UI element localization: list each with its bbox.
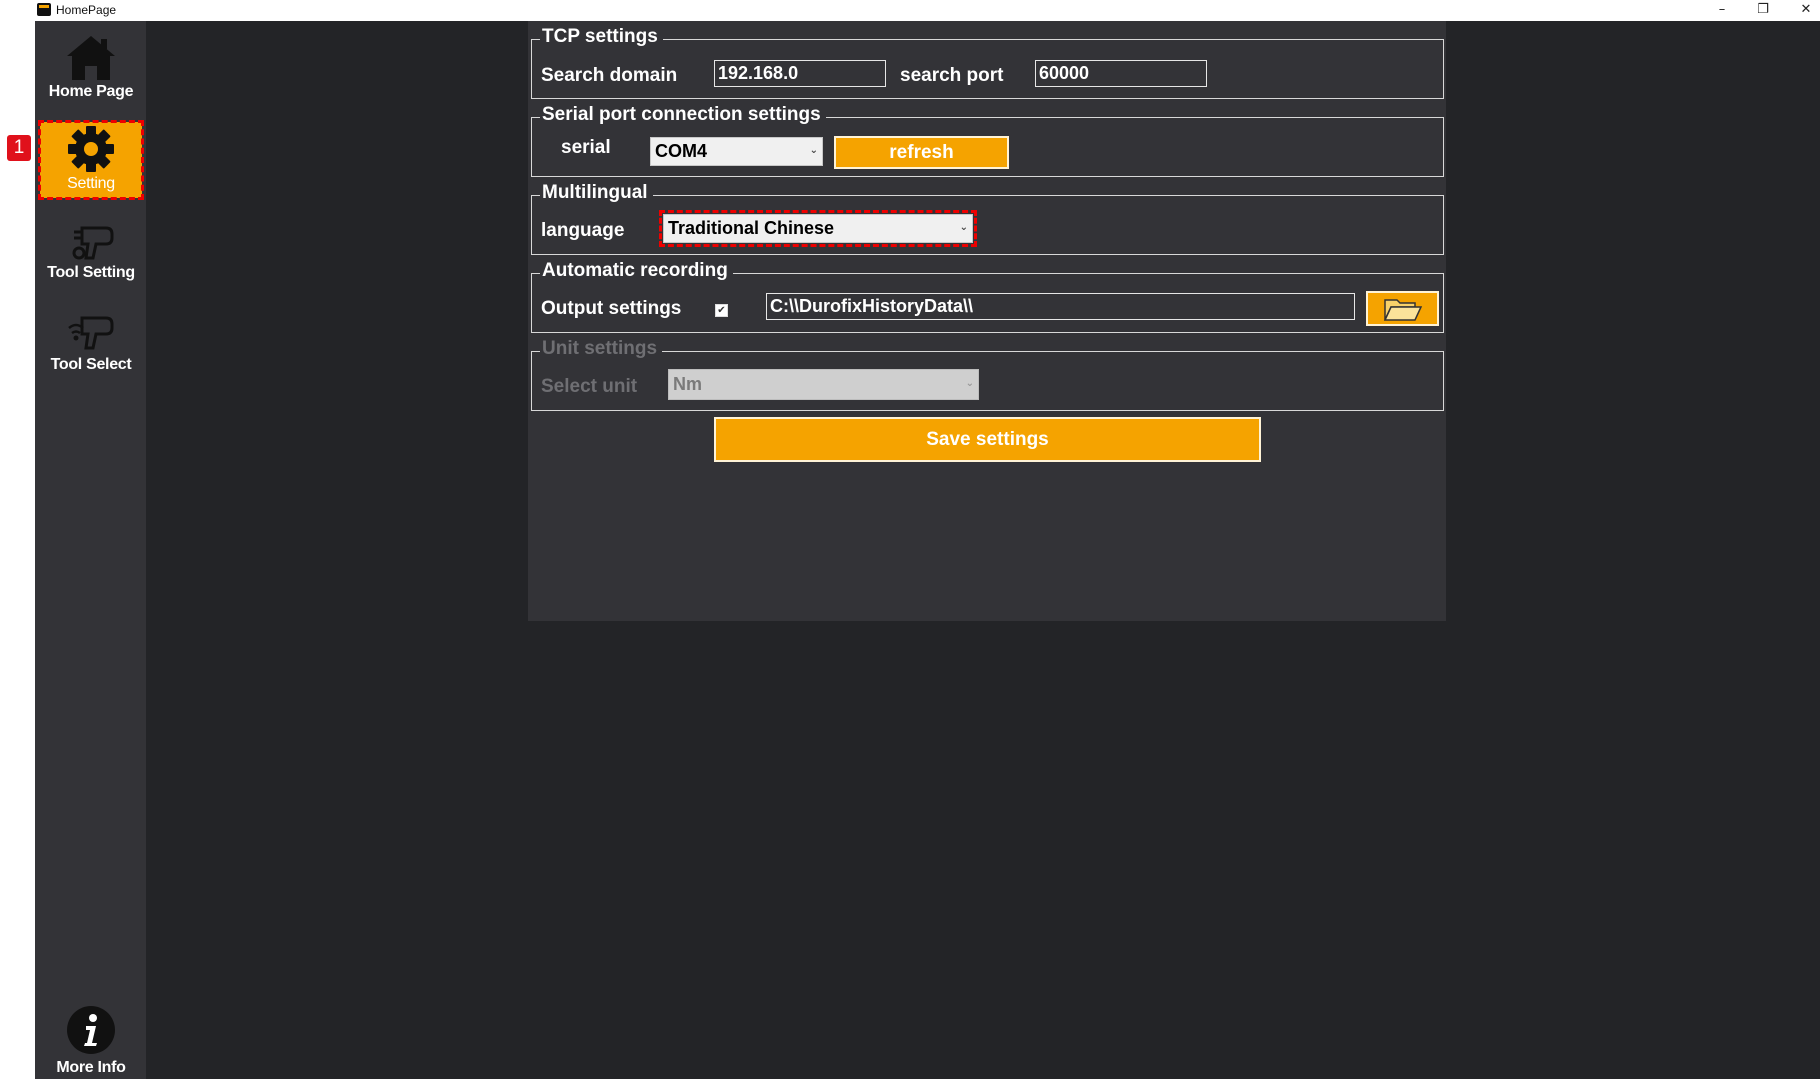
chevron-down-icon: ⌄	[809, 145, 818, 156]
settings-panel: TCP settings Search domain 192.168.0 sea…	[528, 21, 1446, 621]
refresh-button[interactable]: refresh	[834, 136, 1009, 169]
serial-port-select[interactable]: COM4 ⌄	[650, 137, 823, 166]
unit-settings-group: Unit settings Select unit Nm ⌄	[531, 338, 1444, 411]
sidebar-item-label: Setting	[67, 175, 115, 192]
app-icon	[37, 3, 51, 16]
restore-button[interactable]: ❐	[1743, 0, 1783, 21]
serial-port-value: COM4	[655, 141, 708, 161]
tool-select-icon	[68, 316, 114, 350]
multilingual-legend: Multilingual	[540, 182, 653, 204]
window-title: HomePage	[56, 3, 117, 17]
unit-select[interactable]: Nm ⌄	[668, 369, 979, 400]
gear-icon	[68, 126, 114, 172]
close-button[interactable]: ✕	[1786, 0, 1820, 21]
info-icon	[67, 1006, 115, 1054]
tool-setting-icon	[72, 226, 114, 260]
save-settings-button[interactable]: Save settings	[714, 417, 1261, 462]
search-port-input[interactable]: 60000	[1035, 60, 1207, 87]
output-settings-label: Output settings	[541, 298, 682, 319]
automatic-recording-legend: Automatic recording	[540, 260, 733, 282]
language-select[interactable]: Traditional Chinese ⌄	[659, 210, 977, 247]
serial-settings-legend: Serial port connection settings	[540, 104, 826, 126]
sidebar-item-label: More Info	[56, 1059, 126, 1076]
output-checkbox[interactable]: ✔	[715, 304, 728, 317]
search-domain-label: Search domain	[541, 65, 678, 86]
output-path-input[interactable]: C:\\DurofixHistoryData\\	[766, 293, 1355, 320]
automatic-recording-group: Automatic recording Output settings ✔ C:…	[531, 260, 1444, 333]
window-border	[0, 21, 35, 1081]
home-icon	[67, 36, 115, 80]
search-domain-input[interactable]: 192.168.0	[714, 60, 886, 87]
serial-settings-group: Serial port connection settings serial C…	[531, 104, 1444, 177]
chevron-down-icon: ⌄	[965, 378, 974, 389]
sidebar-item-setting[interactable]: Setting	[38, 120, 144, 200]
folder-open-icon	[1383, 299, 1423, 321]
sidebar-item-home-page[interactable]: Home Page	[40, 30, 142, 110]
sidebar-item-label: Tool Setting	[47, 264, 135, 281]
sidebar-item-more-info[interactable]: More Info	[40, 1005, 142, 1079]
serial-label: serial	[561, 137, 611, 158]
sidebar-item-label: Tool Select	[50, 356, 132, 373]
language-label: language	[541, 220, 625, 241]
search-port-label: search port	[900, 65, 1004, 86]
unit-settings-legend: Unit settings	[540, 338, 663, 360]
unit-value: Nm	[673, 374, 703, 394]
tcp-settings-group: TCP settings Search domain 192.168.0 sea…	[531, 26, 1444, 99]
minimize-button[interactable]: –	[1702, 0, 1742, 21]
sidebar-item-tool-setting[interactable]: Tool Setting	[40, 220, 142, 286]
annotation-marker: 1	[7, 135, 31, 161]
sidebar-item-tool-select[interactable]: Tool Select	[40, 312, 142, 378]
language-value: Traditional Chinese	[668, 218, 835, 238]
select-unit-label: Select unit	[541, 376, 638, 397]
tcp-settings-legend: TCP settings	[540, 26, 663, 48]
title-bar: HomePage – ❐ ✕	[0, 0, 1820, 21]
multilingual-group: Multilingual language Traditional Chines…	[531, 182, 1444, 255]
sidebar-item-label: Home Page	[48, 83, 134, 100]
browse-folder-button[interactable]	[1366, 291, 1439, 326]
chevron-down-icon: ⌄	[959, 222, 968, 233]
